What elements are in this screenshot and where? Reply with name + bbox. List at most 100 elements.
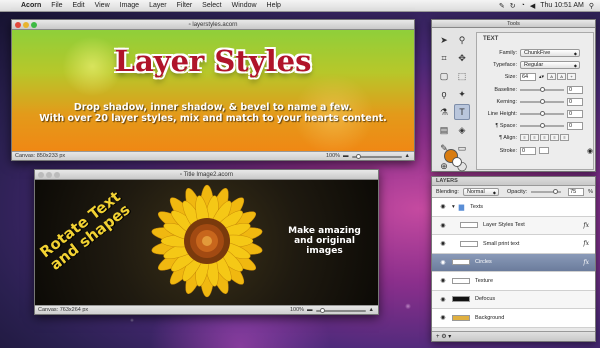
align-justify-icon[interactable]: ≡ [550,134,559,141]
add-layer-icon[interactable]: + [436,334,440,340]
visibility-eye-icon[interactable]: ◉ [438,314,448,321]
visibility-eye-icon[interactable]: ◉ [438,277,448,284]
image-canvas[interactable]: Layer Styles Drop shadow, inner shadow, … [12,30,414,151]
fx-icon[interactable]: fx [583,240,589,247]
align-natural-icon[interactable]: ≡ [560,134,569,141]
stroke-field[interactable]: 0 [520,146,536,155]
background-color-well[interactable] [452,157,462,167]
menu-layer[interactable]: Layer [144,2,172,9]
layer-actions-gear-icon[interactable]: ⚙ [441,334,446,340]
lineheight-slider[interactable] [520,110,564,116]
fx-icon[interactable]: fx [583,259,589,266]
minimize-icon[interactable] [23,22,29,28]
actions-menu-icon[interactable]: ▾ [448,334,451,340]
slider-knob[interactable] [540,110,545,116]
zoom-icon[interactable] [54,172,60,178]
minimize-icon[interactable] [46,172,52,178]
zoom-in-icon[interactable]: ▲ [405,152,410,161]
menu-help[interactable]: Help [262,2,286,9]
typeface-select[interactable]: Regular [520,60,580,69]
visibility-eye-icon[interactable]: ◉ [438,240,448,247]
menu-app[interactable]: Acorn [16,2,46,9]
close-icon[interactable] [15,22,21,28]
lineheight-field[interactable]: 0 [567,109,583,118]
window-titlebar[interactable]: ▫ Title Image2.acorn [35,170,378,180]
menu-file[interactable]: File [46,2,67,9]
font-family-select[interactable]: ChunkFive [520,48,580,57]
menu-select[interactable]: Select [197,2,226,9]
zoom-slider-knob[interactable] [319,307,325,313]
slider-knob[interactable] [553,188,559,194]
zoom-level[interactable]: 100% [290,306,304,315]
fx-icon[interactable]: fx [583,222,589,229]
layer-row-defocus[interactable]: ◉ Defocus [432,290,595,309]
visibility-eye-icon[interactable]: ◉ [438,296,448,303]
size-smaller-button[interactable]: A [547,73,557,80]
move-tool-icon[interactable]: ✥ [454,50,470,66]
baseline-field[interactable]: 0 [567,85,583,94]
size-grow-button[interactable]: + [567,73,577,80]
disclosure-triangle-icon[interactable]: ▾ [452,204,455,210]
image-canvas[interactable]: Rotate Text and shapes Make amazing and or… [35,180,378,305]
zoom-level[interactable]: 100% [326,152,340,161]
align-left-icon[interactable]: ≡ [520,134,529,141]
palette-titlebar[interactable]: Tools [432,20,595,28]
space-field[interactable]: 0 [567,121,583,130]
space-slider[interactable] [520,122,564,128]
layer-row-layer-styles-text[interactable]: ◉ Layer Styles Text fx [432,216,595,235]
magic-wand-icon[interactable]: ✦ [454,86,470,102]
clock[interactable]: Thu 10:51 AM [540,2,584,9]
opacity-slider[interactable] [531,188,562,194]
gradient-tool-icon[interactable]: ▤ [436,122,452,138]
color-picker-icon[interactable]: ◉ [587,147,593,155]
stroke-color-well[interactable] [539,147,549,154]
spotlight-icon[interactable]: ⚲ [589,2,594,10]
menu-edit[interactable]: Edit [68,2,90,9]
arrow-tool-icon[interactable]: ➤ [436,32,452,48]
marquee-icon[interactable]: ⬚ [454,68,470,84]
zoom-in-icon[interactable]: ▲ [369,306,374,315]
visibility-eye-icon[interactable]: ◉ [438,222,448,229]
kerning-field[interactable]: 0 [567,97,583,106]
visibility-eye-icon[interactable]: ◉ [438,259,448,266]
menu-image[interactable]: Image [115,2,144,9]
zoom-slider[interactable] [351,153,402,159]
text-tool-icon[interactable]: T [454,104,470,120]
align-center-icon[interactable]: ≡ [530,134,539,141]
layer-row-background[interactable]: ◉ Background [432,309,595,328]
kerning-slider[interactable] [520,98,564,104]
layer-row-texture[interactable]: ◉ Texture [432,272,595,291]
slider-knob[interactable] [540,98,545,104]
layer-row-small-print-text[interactable]: ◉ Small print text fx [432,235,595,254]
slider-knob[interactable] [540,86,545,92]
size-stepper-icon[interactable]: ▴▾ [539,74,544,80]
zoom-out-icon[interactable]: ▬ [307,306,313,315]
volume-icon[interactable]: ◀ [530,2,535,10]
menu-filter[interactable]: Filter [172,2,198,9]
layer-row-circles[interactable]: ◉ Circles fx [432,253,595,272]
sync-icon[interactable]: ↻ [510,2,516,10]
zoom-slider[interactable] [315,307,366,313]
menu-view[interactable]: View [90,2,115,9]
layer-row-texts[interactable]: ◉ ▾ ▆ Texts [432,198,595,217]
zoom-out-icon[interactable]: ▬ [343,152,349,161]
eyedropper-icon[interactable]: ⚗ [436,104,452,120]
crop-tool-icon[interactable]: ⌗ [436,50,452,66]
baseline-slider[interactable] [520,86,564,92]
wifi-icon[interactable]: ◔ [521,2,525,9]
rect-select-icon[interactable]: ▢ [436,68,452,84]
zoom-tool-icon[interactable]: ⚲ [454,32,470,48]
scripts-icon[interactable]: ✎ [499,2,505,10]
zoom-slider-knob[interactable] [355,153,361,159]
zoom-icon[interactable] [31,22,37,28]
size-field[interactable]: 64 [520,72,536,81]
slider-knob[interactable] [540,122,545,128]
blending-select[interactable]: Normal [462,187,499,196]
close-icon[interactable] [38,172,44,178]
paint-bucket-icon[interactable]: ◈ [454,122,470,138]
lasso-icon[interactable]: ϙ [436,86,452,102]
opacity-field[interactable]: 75 [568,187,585,196]
menu-window[interactable]: Window [227,2,262,9]
visibility-eye-icon[interactable]: ◉ [438,203,448,210]
align-right-icon[interactable]: ≡ [540,134,549,141]
